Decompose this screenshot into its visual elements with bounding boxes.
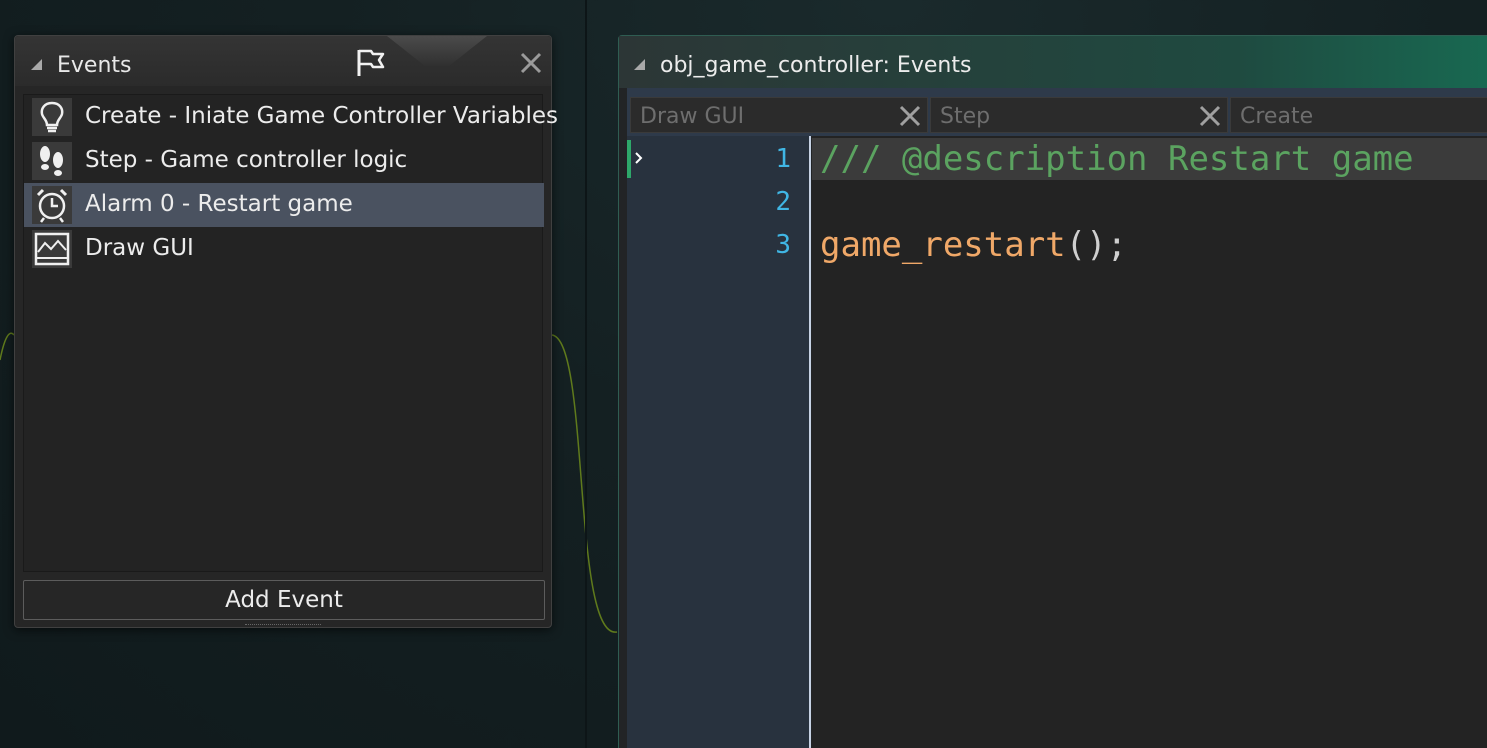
line-number: 3: [775, 230, 791, 260]
collapse-triangle-icon[interactable]: [634, 59, 645, 70]
function-token: game_restart: [820, 225, 1066, 265]
close-icon[interactable]: [520, 52, 542, 74]
event-item-create[interactable]: Create - Iniate Game Controller Variable…: [24, 95, 558, 139]
code-editor-panel: obj_game_controller: Events Draw GUI Ste…: [618, 35, 1487, 748]
resize-grip[interactable]: [245, 624, 321, 627]
line-number-gutter: 1 2 3: [627, 136, 811, 748]
event-tab-bar: Draw GUI Step Create: [627, 88, 1487, 136]
event-item-label: Alarm 0 - Restart game: [85, 191, 353, 217]
footsteps-icon: [32, 142, 72, 180]
code-line-1: /// @description Restart game: [820, 139, 1414, 179]
event-item-alarm-0[interactable]: Alarm 0 - Restart game: [24, 183, 544, 227]
event-item-step[interactable]: Step - Game controller logic: [24, 139, 544, 183]
add-event-button[interactable]: Add Event: [23, 580, 545, 620]
event-item-label: Step - Game controller logic: [85, 147, 408, 173]
collapse-triangle-icon[interactable]: [31, 59, 42, 70]
tab-label: Draw GUI: [640, 104, 745, 129]
code-text-area[interactable]: /// @description Restart game game_resta…: [812, 136, 1487, 748]
tab-label: Create: [1240, 104, 1314, 129]
close-icon[interactable]: [899, 105, 921, 127]
close-icon[interactable]: [1199, 105, 1221, 127]
code-editor-header[interactable]: obj_game_controller: Events: [619, 36, 1487, 88]
events-panel-header[interactable]: Events: [15, 36, 551, 86]
workspace-divider: [585, 0, 587, 748]
code-editor-title: obj_game_controller: Events: [660, 53, 972, 78]
event-item-label: Draw GUI: [85, 235, 194, 261]
punctuation-token: ();: [1065, 225, 1128, 265]
event-list: Create - Iniate Game Controller Variable…: [23, 94, 558, 572]
line-number: 1: [775, 144, 791, 174]
event-item-label: Create - Iniate Game Controller Variable…: [85, 103, 559, 129]
tab-label: Step: [940, 104, 991, 129]
draw-gui-icon: [32, 230, 72, 268]
current-line-marker: [627, 140, 631, 178]
lightbulb-icon: [32, 98, 72, 136]
flag-icon[interactable]: [353, 46, 387, 80]
tab-draw-gui[interactable]: Draw GUI: [630, 97, 928, 133]
line-number: 2: [775, 187, 791, 217]
events-panel: Events Create - Iniate Game Controller V…: [14, 35, 558, 628]
tab-step[interactable]: Step: [930, 97, 1228, 133]
alarm-clock-icon: [32, 186, 72, 224]
tab-create[interactable]: Create: [1230, 97, 1487, 133]
header-notch-decoration: [387, 36, 487, 66]
code-line-3: game_restart();: [820, 224, 1127, 266]
events-panel-title: Events: [57, 53, 132, 78]
event-item-draw-gui[interactable]: Draw GUI: [24, 227, 544, 271]
fold-arrow-icon[interactable]: [634, 151, 644, 165]
